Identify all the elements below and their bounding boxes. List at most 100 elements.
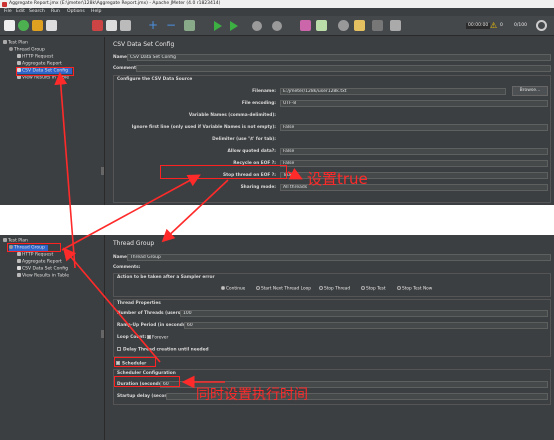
- forever-checkbox[interactable]: Forever: [147, 335, 168, 342]
- variable-names-label: Variable Names (comma-delimited):: [188, 113, 276, 118]
- test-plan-icon: [3, 238, 7, 242]
- filename-label: Filename:: [252, 89, 276, 94]
- encoding-label: File encoding:: [241, 101, 276, 106]
- open-icon[interactable]: [32, 20, 43, 31]
- tree-http-request[interactable]: HTTP Request: [17, 252, 53, 258]
- expand-icon[interactable]: +: [148, 18, 158, 32]
- toolbar: + − 00:00:00 ⚠ 0 0/100: [0, 16, 554, 36]
- name-field[interactable]: Thread Group: [127, 254, 551, 261]
- menu-bar: File Edit Search Run Options Help: [0, 8, 554, 16]
- warning-count: 0: [500, 23, 503, 28]
- comments-label: Comments:: [113, 265, 141, 270]
- radio-next-loop[interactable]: Start Next Thread Loop: [256, 286, 311, 293]
- pencil-icon: [17, 54, 21, 58]
- remote-icon[interactable]: [536, 20, 547, 31]
- thread-properties-title: Thread Properties: [117, 301, 161, 306]
- radio-selected-icon: [221, 286, 225, 290]
- menu-options[interactable]: Options: [67, 9, 85, 15]
- search-icon[interactable]: [338, 20, 349, 31]
- radio-icon: [256, 286, 260, 290]
- tree-test-plan[interactable]: Test Plan: [3, 40, 28, 46]
- radio-icon: [397, 286, 401, 290]
- stop-icon[interactable]: [252, 21, 262, 31]
- clear-all-icon[interactable]: [316, 20, 327, 31]
- sampler-error-section: Action to be taken after a Sampler error…: [113, 273, 551, 297]
- rampup-field[interactable]: 60: [184, 322, 548, 329]
- toggle-icon[interactable]: [184, 20, 195, 31]
- cut-icon[interactable]: [92, 20, 103, 31]
- radio-icon: [361, 286, 365, 290]
- gear-icon: [9, 47, 13, 51]
- test-plan-icon: [3, 40, 7, 44]
- splitter-handle[interactable]: [101, 167, 104, 175]
- radio-stop-test-now[interactable]: Stop Test Now: [397, 286, 432, 293]
- save-icon[interactable]: [46, 20, 57, 31]
- start-no-pause-icon[interactable]: [230, 21, 238, 31]
- table-icon: [17, 273, 21, 277]
- threads-label: Number of Threads (users):: [117, 311, 184, 316]
- name-field[interactable]: CSV Data Set Config: [127, 54, 551, 61]
- scheduler-config-section: Scheduler Configuration Duration (second…: [113, 369, 551, 405]
- ignore-first-line-label: Ignore first line (only used if Variable…: [131, 125, 276, 130]
- clear-icon[interactable]: [300, 20, 311, 31]
- splitter-handle[interactable]: [101, 330, 104, 338]
- filename-field[interactable]: E:/jmeter/128k/user128k.txt: [280, 88, 506, 95]
- tree-aggregate-report[interactable]: Aggregate Report: [17, 259, 62, 265]
- recycle-eof-field[interactable]: False: [280, 160, 548, 167]
- delay-creation-checkbox[interactable]: Delay Thread creation until needed: [117, 347, 209, 354]
- report-icon: [17, 259, 21, 263]
- warning-icon[interactable]: ⚠: [490, 21, 497, 31]
- radio-stop-test[interactable]: Stop Test: [361, 286, 386, 293]
- rampup-label: Ramp-Up Period (in seconds):: [117, 323, 190, 328]
- tree-http-request[interactable]: HTTP Request: [17, 54, 53, 60]
- new-icon[interactable]: [4, 20, 15, 31]
- comments-field[interactable]: [136, 65, 551, 72]
- thread-count: 0/100: [514, 23, 527, 28]
- thread-group-panel: Thread Group Name: Thread Group Comments…: [111, 235, 554, 440]
- test-plan-tree: Test Plan Thread Group HTTP Request Aggr…: [0, 37, 105, 205]
- radio-continue[interactable]: Continue: [221, 286, 245, 293]
- start-icon[interactable]: [214, 21, 222, 31]
- reset-search-icon[interactable]: [354, 20, 365, 31]
- title-bar: Aggregate Report.jmx (E:\jmeter\128k\Agg…: [0, 0, 554, 8]
- browse-button[interactable]: Browse...: [512, 86, 548, 96]
- encoding-field[interactable]: UTF-8: [280, 100, 548, 107]
- panel-title: Thread Group: [113, 240, 155, 247]
- copy-icon[interactable]: [106, 20, 117, 31]
- templates-icon[interactable]: [18, 20, 29, 31]
- function-helper-icon[interactable]: [372, 20, 383, 31]
- highlight-stop-thread-eof: [160, 165, 287, 179]
- highlight-thread-group-tree-item: [7, 243, 61, 252]
- menu-run[interactable]: Run: [51, 9, 60, 15]
- checkbox-checked-icon: [147, 335, 151, 339]
- help-icon[interactable]: [390, 20, 401, 31]
- tree-thread-group[interactable]: Thread Group: [9, 47, 45, 53]
- loop-count-label: Loop Count:: [117, 335, 147, 340]
- bottom-screenshot: Test Plan Thread Group HTTP Request Aggr…: [0, 235, 554, 440]
- annotation-set-true: 设置true: [307, 170, 368, 188]
- tree-view-results[interactable]: View Results in Table: [17, 273, 69, 279]
- pencil-icon: [17, 252, 21, 256]
- report-icon: [17, 61, 21, 65]
- collapse-icon[interactable]: −: [166, 18, 176, 32]
- bottom-test-plan-tree: Test Plan Thread Group HTTP Request Aggr…: [0, 235, 105, 440]
- annotation-set-time: 同时设置执行时间: [196, 387, 308, 403]
- gap: [0, 205, 554, 235]
- threads-field[interactable]: 100: [180, 310, 548, 317]
- menu-file[interactable]: File: [4, 9, 12, 15]
- menu-help[interactable]: Help: [91, 9, 101, 15]
- delimiter-label: Delimiter (use '\t' for tab):: [212, 137, 276, 142]
- section-title: Configure the CSV Data Source: [117, 77, 193, 82]
- sharing-mode-label: Sharing mode:: [240, 185, 276, 190]
- sampler-error-title: Action to be taken after a Sampler error: [117, 275, 215, 280]
- menu-search[interactable]: Search: [29, 9, 45, 15]
- quoted-data-field[interactable]: False: [280, 148, 548, 155]
- shutdown-icon[interactable]: [272, 21, 282, 31]
- app-icon: [2, 1, 7, 7]
- window-title: Aggregate Report.jmx (E:\jmeter\128k\Agg…: [9, 1, 221, 6]
- radio-stop-thread[interactable]: Stop Thread: [319, 286, 350, 293]
- paste-icon[interactable]: [120, 20, 131, 31]
- tree-csv-data-set[interactable]: CSV Data Set Config: [17, 266, 68, 272]
- ignore-first-line-field[interactable]: False: [280, 124, 548, 131]
- menu-edit[interactable]: Edit: [16, 9, 25, 15]
